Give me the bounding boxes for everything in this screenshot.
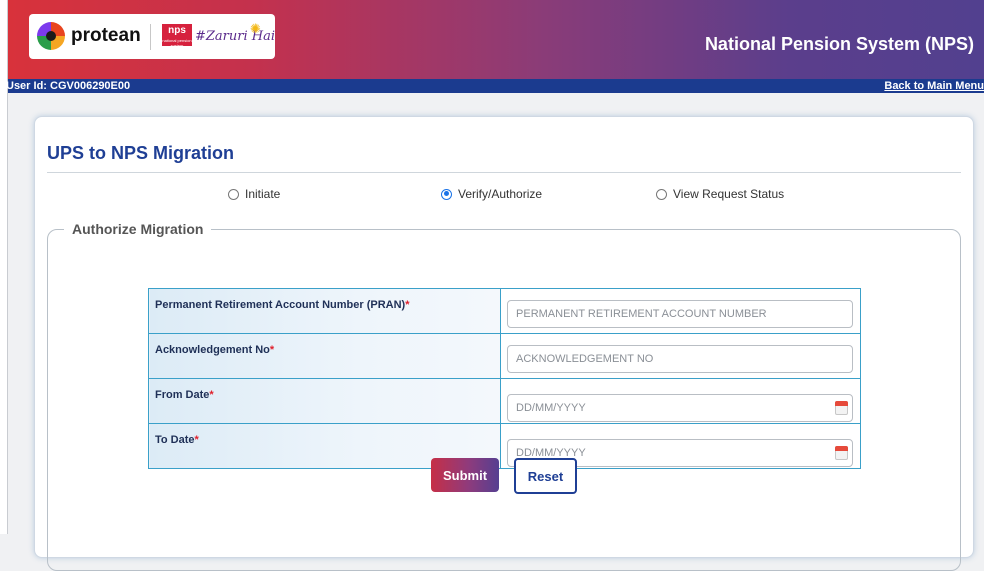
required-marker: * [405,299,410,311]
required-marker: * [194,434,199,446]
radio-verify-authorize[interactable]: Verify/Authorize [441,187,542,201]
acknowledgement-input[interactable] [507,345,854,373]
authorize-migration-fieldset: Authorize Migration Permanent Retirement… [47,221,961,571]
user-bar: User Id: CGV006290E00 Back to Main Menu [6,79,984,93]
radio-initiate[interactable]: Initiate [228,187,280,201]
radio-view-request-status[interactable]: View Request Status [656,187,784,201]
from-date-wrapper [507,394,854,422]
radio-label: View Request Status [673,187,785,201]
protean-logo-icon [37,22,65,50]
from-date-input-cell [500,378,861,424]
calendar-icon[interactable] [835,401,849,415]
pran-label: Permanent Retirement Account Number (PRA… [147,288,502,334]
required-marker: * [269,344,275,356]
required-marker: * [209,389,214,401]
header-title: National Pension System (NPS) [704,34,974,54]
radio-label: Verify/Authorize [458,187,543,201]
site-header: protean nps national pension system #Zar… [8,0,984,79]
ack-input-cell [500,333,861,379]
logo-divider [150,24,151,50]
pran-input[interactable] [507,300,854,328]
field-label-text: Permanent Retirement Account Number (PRA… [155,299,406,311]
reset-button[interactable]: Reset [514,458,577,494]
calendar-icon[interactable] [835,446,849,460]
field-label-text: To Date [155,434,195,446]
from-date-label: From Date* [147,378,502,424]
from-date-input[interactable] [507,394,854,422]
nps-logo-subtext: national pension system [162,38,192,48]
form-row-pran: Permanent Retirement Account Number (PRA… [147,288,861,334]
radio-checked-icon[interactable] [441,188,452,200]
radio-circle-icon[interactable] [228,188,239,200]
field-label-text: From Date [155,389,210,401]
form-row-from-date: From Date* [147,378,861,424]
brand-name: protean [71,25,141,46]
pran-input-cell [500,288,861,334]
user-id: User Id: CGV006290E00 [6,80,131,92]
form-row-ack: Acknowledgement No* [147,333,861,379]
field-label-text: Acknowledgement No [155,344,270,356]
fieldset-legend: Authorize Migration [64,221,212,237]
submit-button[interactable]: Submit [431,458,499,492]
radio-circle-icon[interactable] [656,188,667,200]
logo-card: protean nps national pension system #Zar… [29,14,275,59]
ack-label: Acknowledgement No* [147,333,502,379]
migration-card: UPS to NPS Migration Initiate Verify/Aut… [34,116,974,571]
radio-label: Initiate [245,187,281,201]
form-table: Permanent Retirement Account Number (PRA… [147,288,861,469]
back-to-main-menu-link[interactable]: Back to Main Menu [884,79,984,93]
form-row-to-date: To Date* [147,423,861,469]
tagline: #Zaruri Hai [195,29,276,44]
sunburst-icon: ✺ [250,21,261,36]
title-divider [47,172,961,173]
page-title: UPS to NPS Migration [47,143,235,163]
